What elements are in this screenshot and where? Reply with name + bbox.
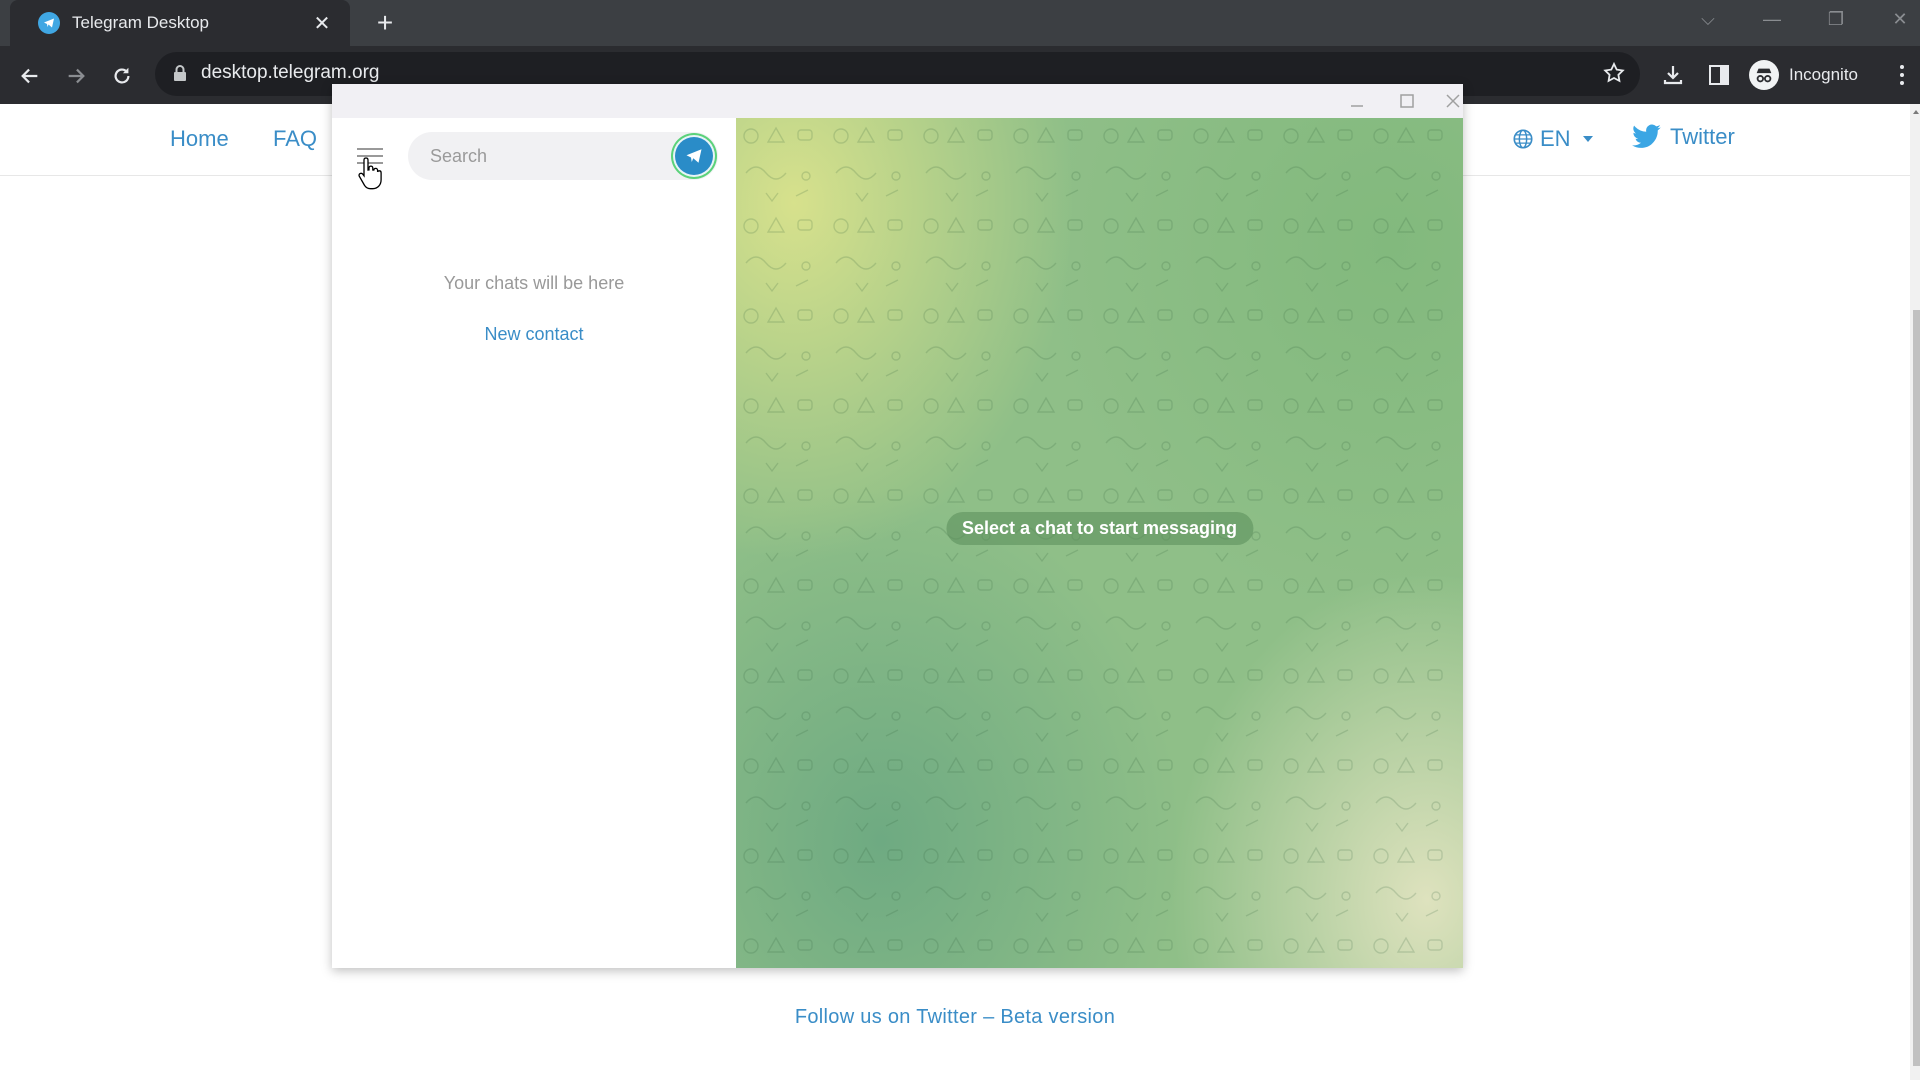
chevron-down-icon[interactable]: ⌵	[1688, 4, 1728, 34]
twitter-label: Twitter	[1670, 124, 1735, 149]
caret-down-icon	[1582, 136, 1593, 142]
search-box[interactable]	[408, 132, 718, 180]
incognito-icon	[1749, 60, 1779, 90]
download-icon	[1663, 66, 1683, 85]
minimize-icon[interactable]: —	[1752, 4, 1792, 34]
telegram-icon	[38, 12, 60, 34]
maximize-icon[interactable]	[1387, 86, 1427, 116]
arrow-right-icon	[68, 68, 85, 84]
browser-menu-icon[interactable]	[1892, 60, 1912, 90]
lock-icon	[174, 65, 186, 81]
new-tab-button[interactable]: +	[370, 8, 400, 38]
nav-home-link[interactable]: Home	[170, 126, 229, 152]
star-icon[interactable]	[1602, 61, 1626, 85]
download-button[interactable]	[1658, 60, 1688, 90]
incognito-label: Incognito	[1789, 65, 1858, 84]
scrollbar-thumb[interactable]	[1913, 310, 1920, 1066]
incognito-profile-button[interactable]: Incognito	[1745, 54, 1865, 96]
language-label: EN	[1540, 126, 1571, 151]
select-chat-placeholder: Select a chat to start messaging	[945, 512, 1254, 545]
side-panel-button[interactable]	[1704, 60, 1734, 90]
close-icon[interactable]: ✕	[1880, 4, 1920, 34]
minimize-icon[interactable]	[1337, 86, 1377, 116]
tab-title: Telegram Desktop	[72, 13, 210, 32]
browser-tab[interactable]: Telegram Desktop ✕	[10, 0, 350, 46]
language-selector[interactable]: EN	[1512, 126, 1593, 152]
new-contact-link[interactable]: New contact	[332, 324, 736, 345]
nav-faq-link[interactable]: FAQ	[273, 126, 317, 152]
back-button[interactable]	[12, 58, 48, 94]
arrow-left-icon	[21, 68, 38, 84]
close-icon[interactable]	[1438, 86, 1468, 116]
search-input[interactable]	[430, 144, 660, 168]
chat-area: Select a chat to start messaging	[736, 118, 1463, 968]
globe-icon	[1513, 129, 1533, 149]
hamburger-menu-icon[interactable]	[357, 148, 383, 168]
telegram-window: Your chats will be here New contact Sele…	[332, 84, 1463, 968]
reload-button[interactable]	[104, 58, 140, 94]
url-text: desktop.telegram.org	[201, 62, 380, 83]
twitter-bird-icon	[1632, 124, 1661, 148]
footer-link[interactable]: Follow us on Twitter – Beta version	[0, 1006, 1910, 1029]
close-icon[interactable]: ✕	[310, 11, 334, 36]
chat-list-panel: Your chats will be here New contact	[332, 118, 736, 968]
browser-tab-bar: Telegram Desktop ✕ + ⌵ — ❐ ✕	[0, 0, 1920, 46]
restore-icon[interactable]: ❐	[1816, 4, 1856, 34]
twitter-link[interactable]: Twitter	[1632, 124, 1735, 150]
reload-icon	[114, 67, 130, 84]
telegram-titlebar[interactable]	[332, 84, 1463, 118]
telegram-logo-icon	[675, 137, 713, 175]
page-scrollbar[interactable]	[1910, 104, 1920, 1080]
empty-chats-text: Your chats will be here	[443, 273, 625, 293]
side-panel-icon	[1709, 65, 1729, 85]
forward-button[interactable]	[58, 58, 94, 94]
scroll-up-arrow-icon[interactable]	[1913, 110, 1919, 114]
